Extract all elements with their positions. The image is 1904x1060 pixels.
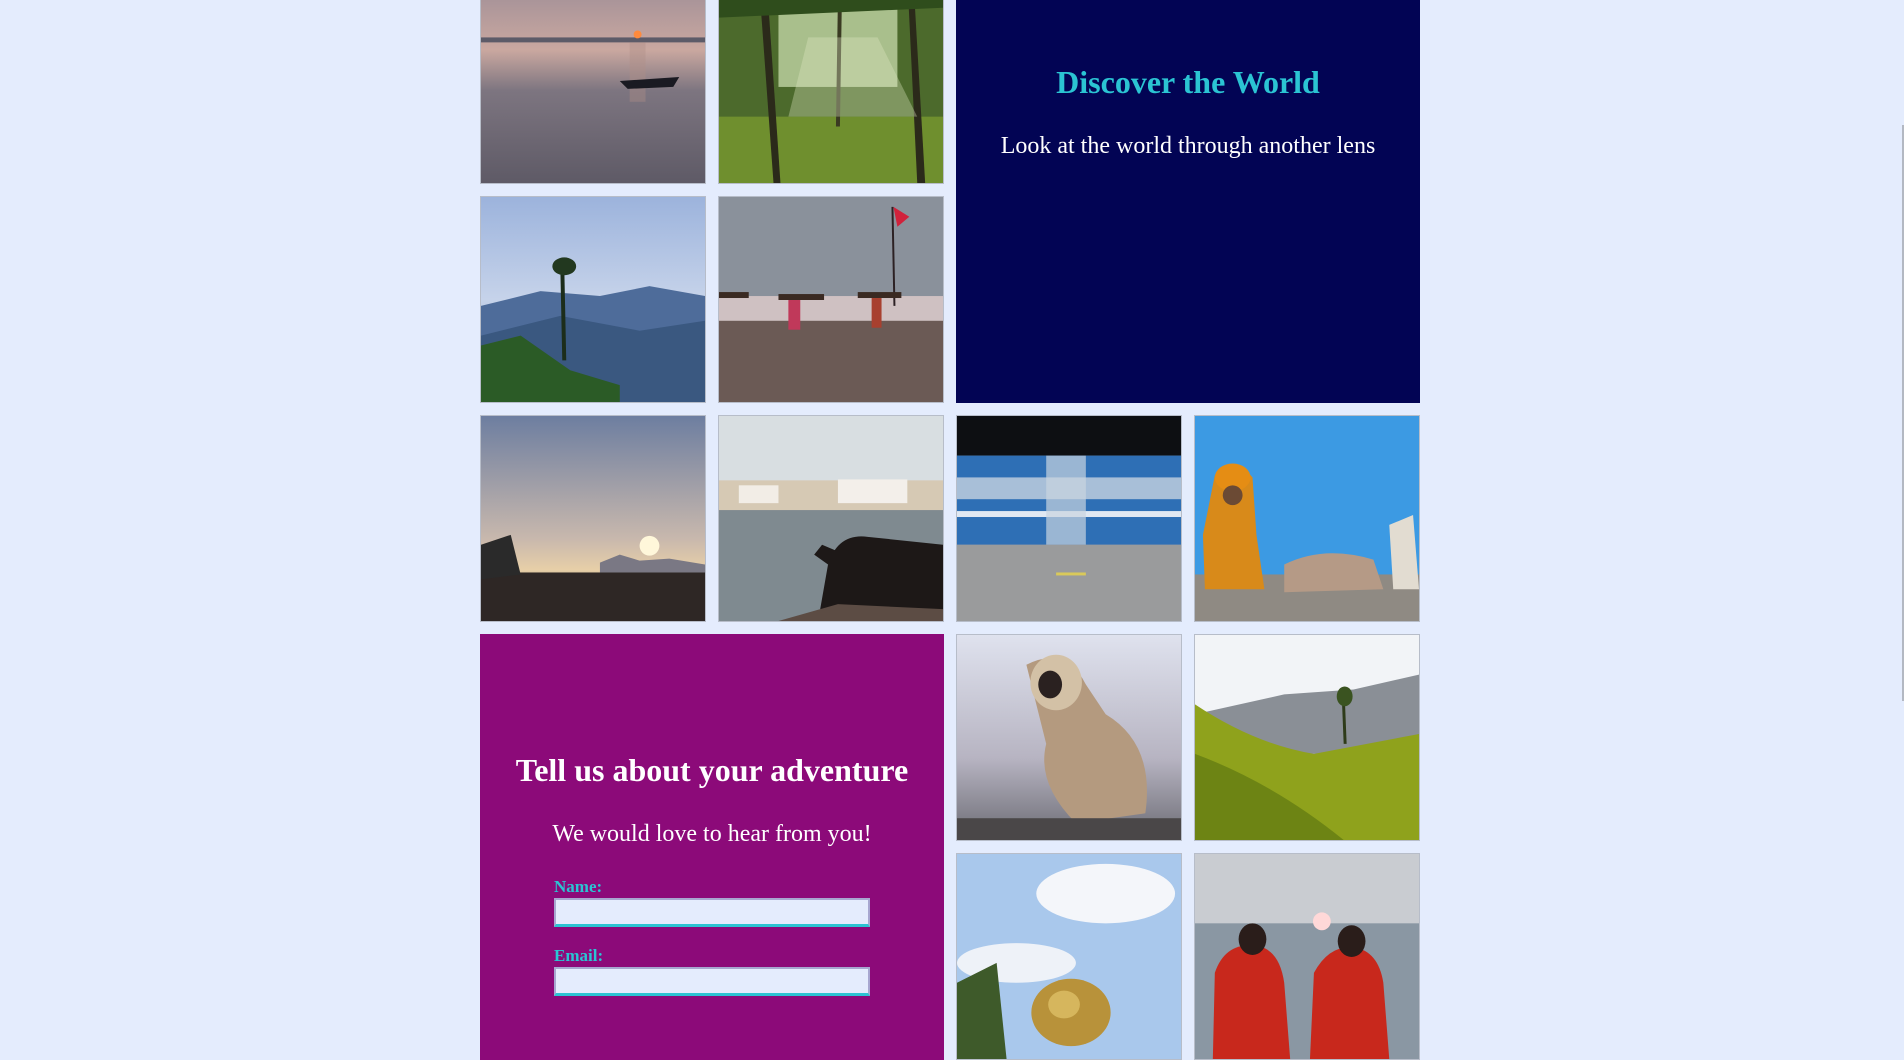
photo-blue-train-image	[957, 416, 1181, 621]
photo-golden-dome-image	[957, 854, 1181, 1059]
photo-langur-monkey[interactable]	[956, 634, 1182, 841]
discover-panel: Discover the World Look at the world thr…	[956, 0, 1420, 403]
photo-beach-women-image	[719, 197, 943, 402]
photo-misty-hills[interactable]	[480, 196, 706, 403]
photo-sadhu-blue-wall-image	[1195, 416, 1419, 621]
photo-sunset-boat-image	[481, 0, 705, 183]
name-label: Name:	[554, 877, 603, 896]
photo-langur-monkey-image	[957, 635, 1181, 840]
email-input[interactable]	[554, 967, 870, 996]
photo-cow-lakeside-image	[719, 416, 943, 621]
name-field-group: Name:	[554, 878, 870, 927]
photo-tea-plantation[interactable]	[1194, 634, 1420, 841]
photo-sunset-boat[interactable]	[480, 0, 706, 184]
email-field-group: Email:	[554, 947, 870, 996]
adventure-panel: Tell us about your adventure We would lo…	[480, 634, 944, 1060]
photo-sadhu-blue-wall[interactable]	[1194, 415, 1420, 622]
discover-subtitle: Look at the world through another lens	[1000, 133, 1376, 159]
photo-cow-lakeside[interactable]	[718, 415, 944, 622]
photo-women-at-sea[interactable]	[1194, 853, 1420, 1060]
photo-misty-hills-image	[481, 197, 705, 402]
name-input[interactable]	[554, 898, 870, 927]
photo-beach-women[interactable]	[718, 196, 944, 403]
photo-sunset-mudflats[interactable]	[480, 415, 706, 622]
discover-title: Discover the World	[1056, 64, 1320, 100]
adventure-subtitle: We would love to hear from you!	[552, 821, 872, 847]
photo-palm-grove-image	[719, 0, 943, 183]
photo-women-at-sea-image	[1195, 854, 1419, 1059]
photo-blue-train[interactable]	[956, 415, 1182, 622]
photo-golden-dome[interactable]	[956, 853, 1182, 1060]
photo-sunset-mudflats-image	[481, 416, 705, 621]
photo-tea-plantation-image	[1195, 635, 1419, 840]
adventure-title: Tell us about your adventure	[515, 752, 909, 788]
photo-palm-grove[interactable]	[718, 0, 944, 184]
photo-grid: Discover the World Look at the world thr…	[480, 0, 1420, 1060]
email-label: Email:	[554, 946, 604, 965]
